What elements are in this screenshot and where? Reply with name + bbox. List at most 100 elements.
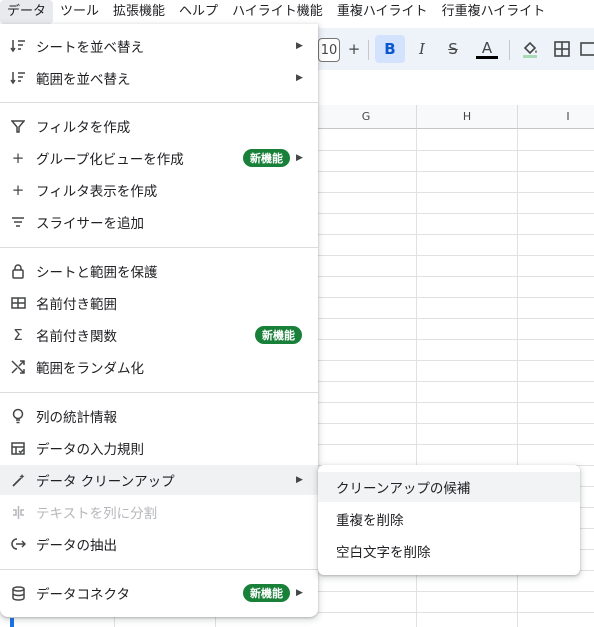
menu-item-create-filter[interactable]: フィルタを作成 (0, 111, 318, 141)
menu-item-label: フィルタを作成 (36, 120, 131, 136)
submenu-arrow-icon: ▶ (296, 153, 303, 163)
bold-button[interactable]: B (375, 35, 405, 63)
menu-item-split-text: テキストを列に分割 (0, 497, 318, 527)
text-color-swatch (476, 55, 498, 59)
menu-data[interactable]: データ (0, 0, 54, 24)
column-header-i[interactable]: I (518, 105, 594, 129)
menu-item-label: 名前付き範囲 (36, 297, 117, 313)
slicer-icon (0, 216, 36, 228)
submenu-item-cleanup-suggestions[interactable]: クリーンアップの候補 (318, 472, 580, 502)
menu-item-add-slicer[interactable]: スライサーを追加 (0, 207, 318, 237)
menu-item-label: データ クリーンアップ (36, 474, 175, 490)
menu-item-data-cleanup[interactable]: データ クリーンアップ ▶ (0, 465, 318, 495)
menu-item-label: テキストを列に分割 (36, 506, 158, 522)
menu-item-named-ranges[interactable]: 名前付き範囲 (0, 288, 318, 318)
menu-item-create-group-view[interactable]: + グループ化ビューを作成 新機能 ▶ (0, 143, 318, 173)
menu-item-label: 範囲を並べ替え (36, 72, 131, 88)
toolbar-divider (368, 40, 369, 60)
menu-divider (0, 247, 318, 248)
menu-item-data-connectors[interactable]: データコネクタ 新機能 ▶ (0, 578, 318, 608)
menu-divider (0, 569, 318, 570)
data-menu: シートを並べ替え ▶ 範囲を並べ替え ▶ フィルタを作成 + グループ化ビューを… (0, 24, 318, 617)
menu-duplicate-highlight[interactable]: 重複ハイライト (330, 0, 435, 24)
font-size-increase-button[interactable]: + (343, 36, 365, 62)
database-icon (0, 585, 36, 601)
column-header-h[interactable]: H (417, 105, 518, 129)
grid-line (318, 612, 594, 613)
menu-tools[interactable]: ツール (53, 0, 106, 24)
new-feature-badge: 新機能 (255, 326, 302, 344)
submenu-arrow-icon: ▶ (296, 475, 303, 485)
submenu-arrow-icon: ▶ (296, 41, 303, 51)
borders-button[interactable] (549, 36, 575, 62)
menu-item-protect[interactable]: シートと範囲を保護 (0, 256, 318, 286)
grid-line (318, 402, 594, 403)
menu-item-label: データの入力規則 (36, 442, 144, 458)
plus-icon: + (11, 149, 25, 167)
plus-icon: + (11, 181, 25, 199)
grid-line (318, 150, 594, 151)
validation-icon (0, 441, 36, 455)
text-color-label: A (481, 38, 493, 57)
extract-icon (0, 537, 36, 551)
menu-highlight[interactable]: ハイライト機能 (225, 0, 330, 24)
grid-line (318, 339, 594, 340)
grid-line (318, 192, 594, 193)
grid-line (318, 171, 594, 172)
submenu-arrow-icon: ▶ (296, 73, 303, 83)
menu-item-label: シートを並べ替え (36, 40, 144, 56)
grid-line (318, 297, 594, 298)
menu-item-label: 列の統計情報 (36, 410, 117, 426)
grid-line (318, 318, 594, 319)
submenu-item-trim-whitespace[interactable]: 空白文字を削除 (318, 536, 580, 566)
data-cleanup-submenu: クリーンアップの候補 重複を削除 空白文字を削除 (318, 465, 580, 575)
new-feature-badge: 新機能 (243, 584, 290, 602)
paint-bucket-icon (523, 41, 537, 58)
sigma-icon: Σ (13, 326, 23, 344)
menu-item-label: 名前付き関数 (36, 329, 117, 345)
submenu-arrow-icon: ▶ (296, 588, 303, 598)
borders-icon (554, 41, 570, 57)
italic-button[interactable]: I (409, 36, 435, 62)
font-size-input[interactable]: 10 (318, 38, 340, 62)
menu-item-sort-range[interactable]: 範囲を並べ替え ▶ (0, 63, 318, 93)
new-feature-badge: 新機能 (243, 149, 290, 167)
menu-item-sort-sheet[interactable]: シートを並べ替え ▶ (0, 31, 318, 61)
menu-item-label: データの抽出 (36, 538, 117, 554)
grid-line (318, 255, 594, 256)
menu-item-data-extraction[interactable]: データの抽出 (0, 529, 318, 559)
grid-line (318, 213, 594, 214)
menu-divider (0, 102, 318, 103)
sort-icon (0, 71, 36, 85)
shuffle-icon (0, 360, 36, 374)
menu-item-label: シートと範囲を保護 (36, 265, 158, 281)
grid-line (318, 381, 594, 382)
lightbulb-icon (0, 408, 36, 424)
column-header-g[interactable]: G (316, 105, 417, 129)
fill-color-button[interactable] (515, 36, 545, 62)
menu-item-label: グループ化ビューを作成 (36, 152, 184, 168)
menu-item-randomize-range[interactable]: 範囲をランダム化 (0, 352, 318, 382)
menu-item-data-validation[interactable]: データの入力規則 (0, 433, 318, 463)
grid-line (318, 234, 594, 235)
strikethrough-button[interactable]: S (440, 36, 466, 62)
merge-icon (580, 42, 594, 56)
menu-extensions[interactable]: 拡張機能 (106, 0, 172, 24)
grid-line (318, 591, 594, 592)
menu-bar: データ ツール 拡張機能 ヘルプ ハイライト機能 重複ハイライト 行重複ハイライ… (0, 0, 594, 24)
menu-help[interactable]: ヘルプ (172, 0, 225, 24)
menu-item-column-stats[interactable]: 列の統計情報 (0, 401, 318, 431)
filter-icon (0, 119, 36, 133)
text-color-button[interactable]: A (472, 36, 502, 62)
grid-line (318, 276, 594, 277)
menu-item-create-filter-view[interactable]: + フィルタ表示を作成 (0, 175, 318, 205)
submenu-item-remove-duplicates[interactable]: 重複を削除 (318, 504, 580, 534)
merge-cells-button[interactable] (580, 36, 594, 62)
menu-row-duplicate-highlight[interactable]: 行重複ハイライト (435, 0, 553, 24)
table-icon (0, 297, 36, 309)
grid-line (318, 423, 594, 424)
split-icon (0, 505, 36, 520)
menu-divider (0, 392, 318, 393)
menu-item-named-functions[interactable]: Σ 名前付き関数 新機能 (0, 320, 318, 350)
lock-icon (0, 263, 36, 279)
